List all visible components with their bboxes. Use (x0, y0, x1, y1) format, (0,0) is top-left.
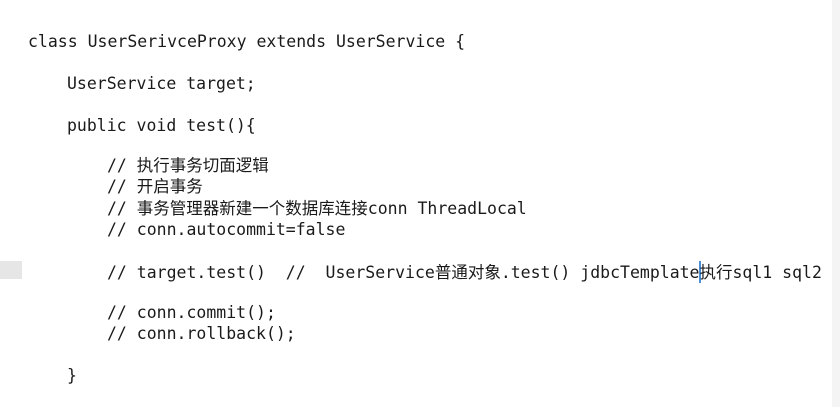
code-editor[interactable]: class UserSerivceProxy extends UserServi… (0, 0, 840, 407)
code-comment-autocommit: // conn.autocommit=false (107, 220, 346, 239)
code-line-class-declaration: class UserSerivceProxy extends UserServi… (28, 32, 466, 51)
code-text-before-caret: // target.test() // UserService普通对象.test… (107, 263, 700, 282)
code-line-method-test: public void test(){ (67, 116, 256, 135)
code-comment-new-connection: // 事务管理器新建一个数据库连接conn ThreadLocal (107, 199, 527, 218)
vertical-scrollbar[interactable] (832, 0, 840, 407)
code-comment-aspect-logic: // 执行事务切面逻辑 (107, 156, 269, 175)
code-closing-brace: } (67, 366, 77, 385)
code-comment-commit: // conn.commit(); (107, 303, 276, 322)
code-comment-rollback: // conn.rollback(); (107, 324, 296, 343)
code-comment-start-transaction: // 开启事务 (107, 177, 203, 196)
line-highlight-marker (0, 261, 22, 279)
code-line-field-target: UserService target; (67, 74, 256, 93)
code-comment-target-test[interactable]: // target.test() // UserService普通对象.test… (107, 261, 822, 283)
code-text-after-caret: 执行sql1 sql2 (699, 263, 822, 282)
